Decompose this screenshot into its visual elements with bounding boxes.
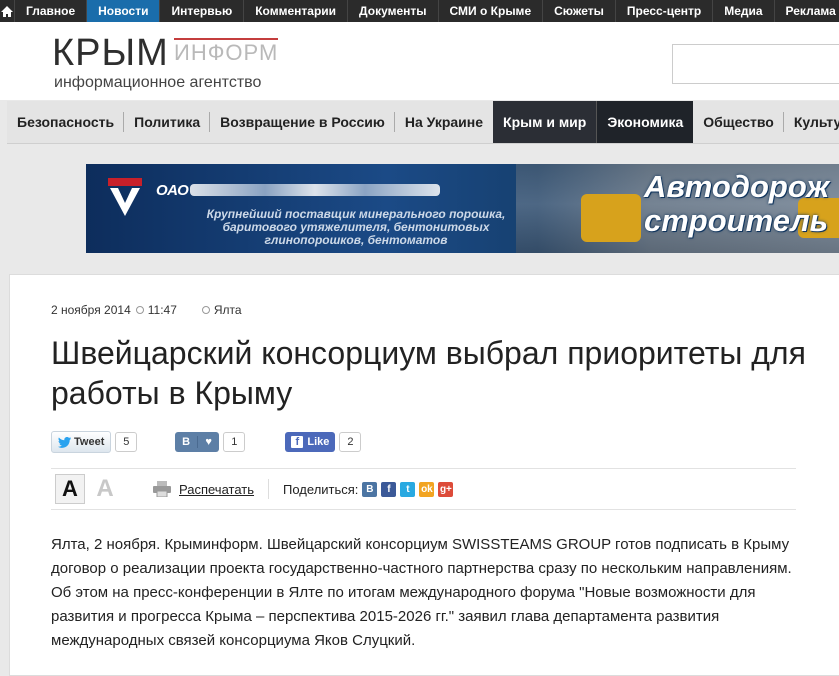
facebook-count: 2	[339, 432, 362, 452]
tweet-button[interactable]: Tweet	[51, 431, 112, 453]
facebook-like-label: Like	[307, 436, 330, 448]
banner-headline-line-1: Автодорож	[644, 169, 830, 204]
nav-item-news[interactable]: Новости	[87, 0, 161, 22]
toolbar-divider	[268, 479, 270, 499]
top-nav: Главное Новости Интервью Комментарии Док…	[0, 0, 839, 22]
section-nav: Безопасность Политика Возвращение в Росс…	[7, 101, 839, 144]
facebook-icon: f	[291, 436, 304, 448]
section-politics[interactable]: Политика	[124, 101, 211, 143]
section-ukraine[interactable]: На Украине	[395, 101, 493, 143]
clock-icon	[135, 306, 144, 314]
article-body: Ялта, 2 ноября. Крыминформ. Швейцарский …	[51, 536, 792, 649]
social-share-bar: Tweet 5 В ♥ 1 f Like 2	[51, 431, 362, 453]
vk-icon: В	[175, 436, 198, 448]
print-link[interactable]: Распечатать	[153, 481, 254, 497]
vk-count: 1	[223, 432, 246, 452]
vk-like-button[interactable]: В ♥	[175, 432, 220, 452]
section-culture[interactable]: Культура	[784, 101, 839, 143]
vk-share-icon[interactable]: B	[362, 481, 378, 497]
share-label: Поделиться:	[283, 481, 359, 497]
twitter-share-icon[interactable]: t	[400, 481, 416, 497]
nav-item-media-about-crimea[interactable]: СМИ о Крыме	[439, 0, 544, 22]
location-icon	[201, 306, 210, 314]
print-label: Распечатать	[179, 481, 255, 497]
banner-company-prefix: ОАО	[156, 182, 189, 199]
twitter-icon	[58, 436, 71, 448]
share-to-group: Поделиться: B f t ok g+	[283, 481, 454, 497]
odnoklassniki-share-icon[interactable]: ok	[419, 481, 435, 497]
nav-item-documents[interactable]: Документы	[348, 0, 439, 22]
banner-headline: Автодорож строитель	[644, 170, 829, 238]
font-size-large-button[interactable]: А	[55, 474, 85, 504]
google-plus-share-icon[interactable]: g+	[438, 481, 454, 497]
tweet-label: Tweet	[74, 436, 105, 448]
section-return-to-russia[interactable]: Возвращение в Россию	[210, 101, 395, 143]
logo-main-text: КРЫМ	[52, 32, 169, 74]
section-crimea-and-world[interactable]: Крым и мир	[493, 101, 597, 143]
ad-banner[interactable]: ОАО Крупнейший поставщик минерального по…	[86, 164, 839, 253]
nav-item-interview[interactable]: Интервью	[160, 0, 245, 22]
nav-item-press-center[interactable]: Пресс-центр	[616, 0, 714, 22]
article-location[interactable]: Ялта	[197, 303, 242, 317]
font-size-small-button[interactable]: А	[91, 475, 119, 503]
site-logo[interactable]: КРЫМ ИНФОРМ информационное агентство	[52, 32, 279, 91]
article-date: 2 ноября 2014	[51, 303, 131, 317]
home-icon[interactable]	[0, 0, 15, 22]
facebook-share-icon[interactable]: f	[381, 481, 397, 497]
article-title: Швейцарский консорциум выбрал приоритеты…	[51, 335, 806, 411]
article-card: 2 ноября 2014 11:47 Ялта Швейцарский кон…	[9, 274, 839, 676]
nav-item-comments[interactable]: Комментарии	[244, 0, 349, 22]
nav-item-media[interactable]: Медиа	[713, 0, 775, 22]
banner-company-logo	[108, 178, 142, 216]
section-society[interactable]: Общество	[693, 101, 784, 143]
article-toolbar: А А Распечатать Поделиться: B f t ok g+	[51, 468, 796, 510]
search-input[interactable]	[672, 44, 839, 84]
section-economy[interactable]: Экономика	[596, 101, 694, 143]
nav-item-stories[interactable]: Сюжеты	[543, 0, 616, 22]
article-meta: 2 ноября 2014 11:47 Ялта	[51, 303, 242, 317]
banner-tagline: Крупнейший поставщик минерального порошк…	[206, 207, 506, 247]
section-security[interactable]: Безопасность	[7, 101, 125, 143]
banner-roller-image	[581, 194, 641, 242]
article-time: 11:47	[147, 303, 177, 317]
logo-subtitle: информационное агентство	[54, 74, 262, 91]
facebook-like-button[interactable]: f Like	[285, 432, 336, 452]
logo-accent-text: ИНФОРМ	[174, 38, 279, 65]
banner-headline-line-2: строитель	[644, 203, 829, 238]
tweet-count: 5	[115, 432, 138, 452]
nav-item-main[interactable]: Главное	[15, 0, 88, 22]
nav-item-advertising[interactable]: Реклама	[775, 0, 839, 22]
site-header: КРЫМ ИНФОРМ информационное агентство	[0, 22, 839, 100]
printer-icon	[153, 481, 171, 497]
heart-icon: ♥	[205, 436, 212, 448]
article-location-label: Ялта	[213, 303, 242, 317]
banner-company-name-obscured	[190, 184, 440, 196]
